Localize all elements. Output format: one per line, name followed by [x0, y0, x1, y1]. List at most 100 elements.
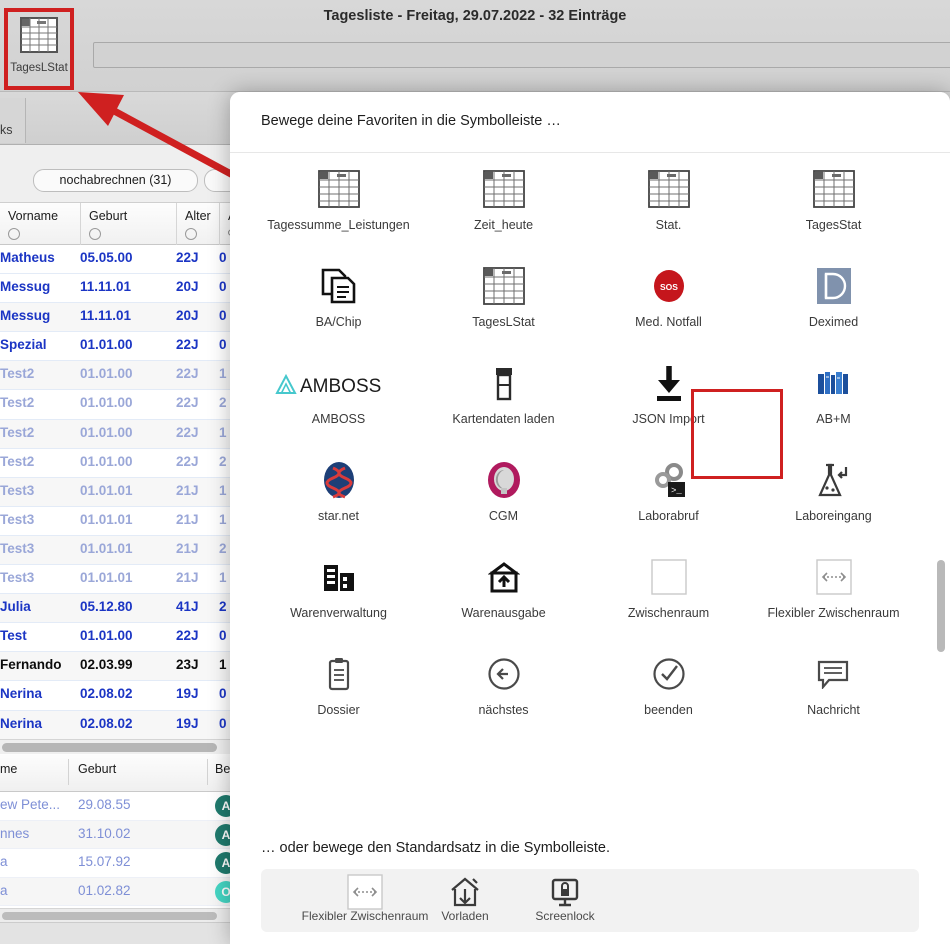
table-cell: 01.01.01: [80, 511, 133, 527]
filter-circle-icon[interactable]: [8, 228, 20, 240]
toolbar-item-nachricht[interactable]: Nachricht: [751, 638, 916, 735]
toolbar-item-n-chstes[interactable]: nächstes: [421, 638, 586, 735]
column-title: Alter: [185, 209, 211, 223]
table-grid-icon: [482, 262, 526, 310]
toolbar-item-tagessumme-leistungen[interactable]: Tagessumme_Leistungen: [256, 153, 421, 250]
table-grid-icon: [812, 165, 856, 213]
toolbar-item-zeit-heute[interactable]: Zeit_heute: [421, 153, 586, 250]
filter-circle-icon[interactable]: [185, 228, 197, 240]
table-cell: Test3: [0, 482, 35, 498]
standard-item-screenlock[interactable]: Screenlock: [515, 875, 615, 923]
documents-copy-icon: [319, 262, 359, 310]
table-cell: 21J: [176, 511, 199, 527]
toolbar-item-cgm[interactable]: CGM: [421, 444, 586, 541]
arrow-left-circle-icon: [487, 650, 521, 698]
table-grid-icon: [647, 165, 691, 213]
standard-set-box: Flexibler Zwischenraum Vorladen Screenlock: [261, 869, 919, 932]
table-cell: 01.01.01: [80, 482, 133, 498]
toolbar-item-star-net[interactable]: star.net: [256, 444, 421, 541]
table-cell: 0: [219, 628, 227, 644]
lower-column-geburt[interactable]: Geburt: [78, 762, 116, 776]
toolbar-item-kartendaten-laden[interactable]: Kartendaten laden: [421, 347, 586, 444]
table-cell: 02.08.02: [80, 715, 133, 731]
deximed-d-icon: [815, 262, 853, 310]
table-cell: 22J: [176, 250, 199, 265]
table-cell: Nerina: [0, 715, 43, 731]
column-header-geburt[interactable]: Geburt: [80, 203, 176, 245]
toolbar-item-label: Tagessumme_Leistungen: [267, 218, 410, 232]
toolbar-item-tagesstat[interactable]: TagesStat: [751, 153, 916, 250]
search-input[interactable]: [93, 42, 950, 68]
house-down-arrow-icon: [449, 875, 481, 909]
table-cell: 02.03.99: [80, 657, 133, 673]
table-cell: a: [0, 882, 8, 898]
toolbar-item-warenausgabe[interactable]: Warenausgabe: [421, 541, 586, 638]
toolbar-item-warenverwaltung[interactable]: Warenverwaltung: [256, 541, 421, 638]
toolbar-item-deximed[interactable]: Deximed: [751, 250, 916, 347]
toolbar-item-label: Flexibler Zwischenraum: [767, 606, 900, 620]
clipboard-icon: [325, 650, 353, 698]
table-cell: 1: [219, 482, 227, 498]
toolbar-item-stat[interactable]: Stat.: [586, 153, 751, 250]
toolbar-item-label: Med. Notfall: [635, 315, 702, 329]
toolbar-item-tageslstat[interactable]: TagesLStat: [421, 250, 586, 347]
toolbar-item-med-notfall[interactable]: SOS Med. Notfall: [586, 250, 751, 347]
table-cell: 19J: [176, 686, 199, 702]
table-cell: 23J: [176, 657, 199, 673]
column-header-vorname[interactable]: Vorname: [0, 203, 80, 245]
toolbar-item-label: Warenverwaltung: [290, 606, 387, 620]
table-cell: 01.01.00: [80, 366, 133, 382]
table-cell: 01.01.00: [80, 395, 133, 411]
toolbar-item-beenden[interactable]: beenden: [586, 638, 751, 735]
table-cell: 20J: [176, 279, 199, 295]
sheet-heading: Bewege deine Favoriten in die Symbolleis…: [261, 113, 561, 129]
lower-column-be[interactable]: Be: [215, 762, 230, 776]
toolbar-item-label: Kartendaten laden: [452, 412, 555, 426]
toolbar-item-label: TagesStat: [805, 218, 862, 232]
scrollbar-thumb[interactable]: [2, 743, 217, 752]
table-cell: Spezial: [0, 337, 47, 353]
standard-item-flexibler-zwischenraum[interactable]: Flexibler Zwischenraum: [302, 874, 428, 923]
download-arrow-icon: [652, 359, 686, 407]
toolbar-item-label: CGM: [488, 509, 519, 523]
toolbar-item-label: Zeit_heute: [473, 218, 534, 232]
toolbar-items-grid: Tagessumme_Leistungen Zeit_heute Stat. Tage…: [256, 153, 916, 735]
table-cell: 01.01.00: [80, 337, 133, 353]
table-cell: 0: [219, 686, 227, 702]
toolbar-item-dossier[interactable]: Dossier: [256, 638, 421, 735]
filter-circle-icon[interactable]: [89, 228, 101, 240]
box-up-arrow-icon: [487, 553, 520, 601]
sidebar-tab-ks[interactable]: ks: [0, 98, 26, 143]
table-cell: 22J: [176, 366, 199, 382]
sheet-vscrollbar-thumb[interactable]: [937, 560, 945, 652]
filter-pill-nochabrechnen[interactable]: nochabrechnen (31): [33, 169, 198, 192]
column-divider: [207, 759, 208, 785]
standard-set-heading: … oder bewege den Standardsatz in die Sy…: [261, 840, 611, 856]
toolbar-item-label: Deximed: [808, 315, 859, 329]
standard-item-label: Screenlock: [535, 909, 595, 923]
toolbar-items-scroll-area[interactable]: Tagessumme_Leistungen Zeit_heute Stat. Tage…: [230, 152, 950, 827]
svg-text:SOS: SOS: [660, 282, 678, 292]
svg-text:>_: >_: [671, 486, 682, 496]
toolbar-item-label: AB+M: [816, 412, 851, 426]
table-cell: 11.11.01: [80, 308, 132, 324]
toolbar-item-flexibler-zwischenraum[interactable]: Flexibler Zwischenraum: [751, 541, 916, 638]
table-cell: 2: [219, 453, 227, 469]
toolbar-item-zwischenraum[interactable]: Zwischenraum: [586, 541, 751, 638]
toolbar-item-label: AMBOSS: [311, 412, 366, 426]
table-cell: Messug: [0, 279, 51, 295]
scrollbar-thumb[interactable]: [2, 912, 217, 920]
toolbar-item-amboss[interactable]: AMBOSS AMBOSS: [256, 347, 421, 444]
table-cell: 21J: [176, 482, 199, 498]
table-cell: 2: [219, 395, 227, 411]
table-cell: Test2: [0, 453, 35, 469]
flask-enter-icon: [816, 456, 852, 504]
window-title: Tagesliste - Freitag, 29.07.2022 - 32 Ei…: [323, 8, 627, 24]
column-header-alter[interactable]: Alter: [176, 203, 219, 245]
lower-column-name[interactable]: me: [0, 762, 17, 776]
standard-item-vorladen[interactable]: Vorladen: [415, 875, 515, 923]
table-cell: 01.01.01: [80, 570, 133, 586]
toolbar-item-ba-chip[interactable]: BA/Chip: [256, 250, 421, 347]
table-cell: 22J: [176, 337, 199, 353]
table-cell: Fernando: [0, 657, 62, 673]
